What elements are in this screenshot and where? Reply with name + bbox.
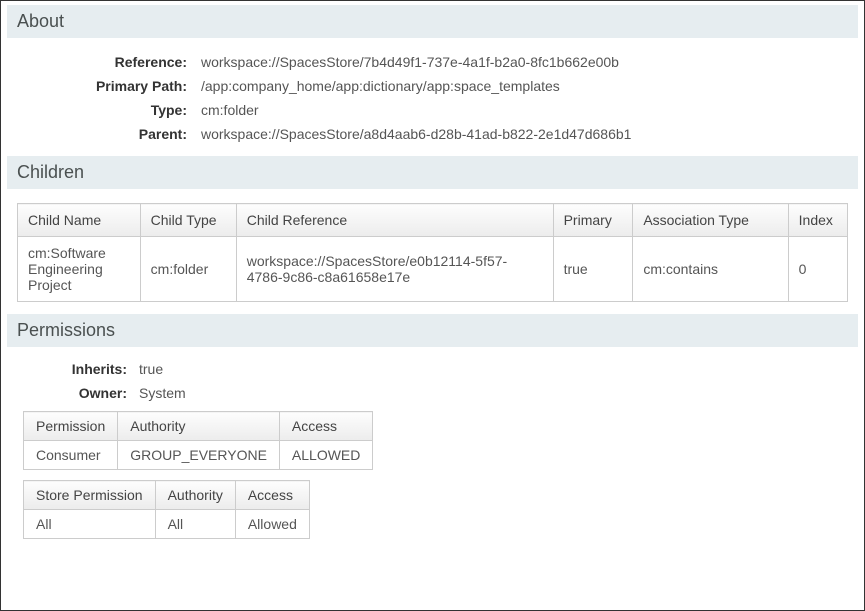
inherits-label: Inherits: <box>31 361 127 377</box>
col-primary[interactable]: Primary <box>553 204 633 237</box>
cell-index: 0 <box>788 237 847 302</box>
store-permissions-header-row: Store Permission Authority Access <box>24 481 310 510</box>
permissions-header: Permissions <box>7 314 858 347</box>
inherits-value: true <box>139 361 848 377</box>
cell-store-permission: All <box>24 510 156 539</box>
cell-permission: Consumer <box>24 441 118 470</box>
primary-path-label: Primary Path: <box>17 78 187 94</box>
reference-value: workspace://SpacesStore/7b4d49f1-737e-4a… <box>201 54 848 70</box>
permissions-table: Permission Authority Access Consumer GRO… <box>23 411 373 470</box>
type-label: Type: <box>17 102 187 118</box>
table-row[interactable]: Consumer GROUP_EVERYONE ALLOWED <box>24 441 373 470</box>
cell-child-reference: workspace://SpacesStore/e0b12114-5f57-47… <box>236 237 553 302</box>
cell-store-access: Allowed <box>235 510 309 539</box>
cell-child-type: cm:folder <box>140 237 236 302</box>
table-row[interactable]: All All Allowed <box>24 510 310 539</box>
cell-primary: true <box>553 237 633 302</box>
cell-store-authority: All <box>155 510 235 539</box>
cell-association-type: cm:contains <box>633 237 788 302</box>
col-index[interactable]: Index <box>788 204 847 237</box>
children-header-row: Child Name Child Type Child Reference Pr… <box>18 204 848 237</box>
reference-label: Reference: <box>17 54 187 70</box>
cell-child-name: cm:Software Engineering Project <box>18 237 141 302</box>
cell-authority: GROUP_EVERYONE <box>118 441 280 470</box>
table-row[interactable]: cm:Software Engineering Project cm:folde… <box>18 237 848 302</box>
children-table: Child Name Child Type Child Reference Pr… <box>17 203 848 302</box>
store-permissions-table: Store Permission Authority Access All Al… <box>23 480 310 539</box>
col-store-permission[interactable]: Store Permission <box>24 481 156 510</box>
owner-value: System <box>139 385 848 401</box>
col-store-access[interactable]: Access <box>235 481 309 510</box>
cell-access: ALLOWED <box>279 441 372 470</box>
type-value: cm:folder <box>201 102 848 118</box>
about-grid: Reference: workspace://SpacesStore/7b4d4… <box>7 38 858 156</box>
about-header: About <box>7 5 858 38</box>
primary-path-value: /app:company_home/app:dictionary/app:spa… <box>201 78 848 94</box>
col-child-name[interactable]: Child Name <box>18 204 141 237</box>
parent-value: workspace://SpacesStore/a8d4aab6-d28b-41… <box>201 126 848 142</box>
children-header: Children <box>7 156 858 189</box>
parent-label: Parent: <box>17 126 187 142</box>
col-store-authority[interactable]: Authority <box>155 481 235 510</box>
col-authority[interactable]: Authority <box>118 412 280 441</box>
col-access[interactable]: Access <box>279 412 372 441</box>
permissions-meta: Inherits: true Owner: System <box>7 347 858 411</box>
col-permission[interactable]: Permission <box>24 412 118 441</box>
col-child-type[interactable]: Child Type <box>140 204 236 237</box>
col-child-reference[interactable]: Child Reference <box>236 204 553 237</box>
permissions-header-row: Permission Authority Access <box>24 412 373 441</box>
col-association-type[interactable]: Association Type <box>633 204 788 237</box>
owner-label: Owner: <box>31 385 127 401</box>
node-browser-panel: About Reference: workspace://SpacesStore… <box>0 0 865 611</box>
